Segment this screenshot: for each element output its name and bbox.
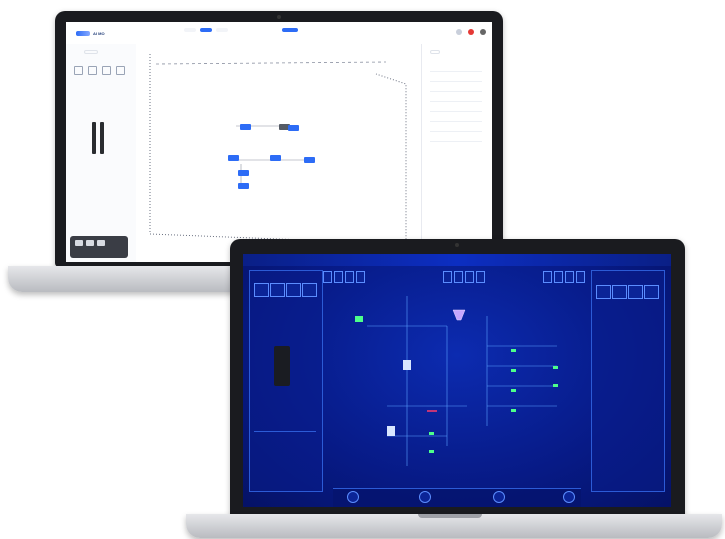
control-button[interactable]	[563, 491, 575, 503]
light-tabs	[282, 28, 364, 32]
camera-icon	[455, 243, 459, 247]
diagram-node[interactable]	[288, 125, 299, 131]
light-top-bar: AI MO	[66, 22, 492, 45]
diagram-node[interactable]	[228, 155, 239, 161]
counter-group	[443, 271, 485, 283]
status-tile[interactable]	[612, 285, 627, 299]
settings-icon[interactable]	[456, 29, 462, 35]
control-button[interactable]	[419, 491, 431, 503]
indicator-icon	[511, 409, 516, 412]
indicator-icon	[429, 450, 434, 453]
light-right-panel	[421, 44, 492, 262]
indicator-icon	[511, 369, 516, 372]
preview-thumbnail[interactable]	[70, 236, 128, 258]
dark-app-screen	[243, 254, 671, 507]
counter-group	[543, 271, 585, 283]
property-row[interactable]	[430, 96, 482, 102]
symbol-icon[interactable]	[88, 66, 97, 75]
light-left-panel	[66, 44, 137, 262]
status-tile[interactable]	[596, 285, 611, 299]
property-row[interactable]	[430, 136, 482, 142]
status-tile[interactable]	[628, 285, 643, 299]
light-right-panel-title	[430, 50, 440, 54]
diagram-node[interactable]	[240, 124, 251, 130]
indicator-icon	[429, 432, 434, 435]
light-menu-item[interactable]	[184, 28, 196, 32]
device-icon	[274, 346, 290, 386]
diagram-node[interactable]	[304, 157, 315, 163]
light-tab[interactable]	[348, 28, 364, 32]
property-row[interactable]	[430, 106, 482, 112]
symbol-icon[interactable]	[102, 66, 111, 75]
pump-icon	[90, 116, 108, 156]
dark-left-panel	[249, 270, 323, 492]
status-tile[interactable]	[644, 285, 659, 299]
property-row[interactable]	[430, 86, 482, 92]
property-row[interactable]	[430, 66, 482, 72]
light-logo-text: AI MO	[93, 30, 105, 36]
symbol-icon[interactable]	[116, 66, 125, 75]
symbol-icon[interactable]	[74, 66, 83, 75]
property-row[interactable]	[430, 116, 482, 122]
control-button[interactable]	[347, 491, 359, 503]
light-menu	[184, 28, 228, 32]
pipeline-diagram	[149, 54, 407, 245]
light-tab[interactable]	[326, 28, 342, 32]
light-menu-item[interactable]	[216, 28, 228, 32]
counter-group	[323, 271, 365, 283]
logo-icon	[76, 30, 90, 36]
light-logo: AI MO	[76, 30, 105, 36]
diagram-node[interactable]	[238, 183, 249, 189]
user-icon[interactable]	[480, 29, 486, 35]
light-app-screen: AI MO	[66, 22, 492, 262]
light-tab-active[interactable]	[282, 28, 298, 32]
indicator-icon	[511, 389, 516, 392]
dark-right-panel	[591, 270, 665, 492]
indicator-icon	[553, 366, 558, 369]
diagram-node[interactable]	[270, 155, 281, 161]
status-tile[interactable]	[286, 283, 301, 297]
property-row[interactable]	[430, 126, 482, 132]
diagram-node[interactable]	[238, 170, 249, 176]
property-row[interactable]	[430, 76, 482, 82]
record-icon[interactable]	[468, 29, 474, 35]
dark-bottom-bar	[333, 488, 581, 507]
camera-icon	[277, 15, 281, 19]
status-tile[interactable]	[270, 283, 285, 297]
status-tile[interactable]	[254, 283, 269, 297]
indicator-icon	[511, 349, 516, 352]
light-top-actions	[456, 29, 486, 35]
symbol-palette	[74, 66, 125, 75]
control-button[interactable]	[493, 491, 505, 503]
light-diagram-canvas[interactable]	[136, 44, 422, 262]
light-tab[interactable]	[304, 28, 320, 32]
light-menu-item-active[interactable]	[200, 28, 212, 32]
light-left-panel-title	[84, 50, 98, 54]
dark-top-bar	[243, 254, 671, 266]
laptop-front-notch	[418, 514, 482, 518]
indicator-icon	[553, 384, 558, 387]
divider	[254, 431, 316, 432]
status-tile[interactable]	[302, 283, 317, 297]
